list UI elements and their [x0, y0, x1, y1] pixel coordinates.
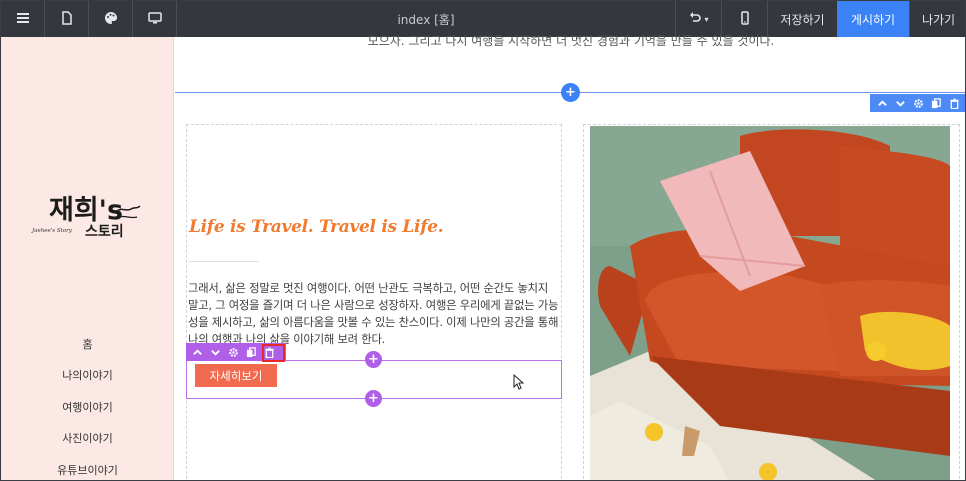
copy-icon[interactable] [930, 97, 942, 109]
editor-window: index [홈] ▾ 저장하기 게시하기 나가기 재희's 스토리 Jaehe… [0, 0, 966, 481]
site-logo[interactable]: 재희's 스토리 Jaehee's Story [29, 185, 149, 239]
editor-canvas: 모으자. 그리고 다시 여행을 시작하면 더 멋진 경험과 기억을 만들 수 있… [175, 34, 965, 481]
caret-down-icon: ▾ [704, 14, 709, 24]
body-paragraph: 그래서, 삶은 정말로 멋진 여행이다. 어떤 난관도 극복하고, 어떤 순간도… [188, 282, 559, 346]
sofa-photo[interactable] [590, 126, 950, 481]
site-sidebar: 재희's 스토리 Jaehee's Story 홈 나의이야기 여행이야기 사진… [1, 37, 174, 480]
monitor-icon [147, 10, 162, 29]
chevron-down-icon[interactable] [895, 97, 907, 109]
add-element-button[interactable]: + [365, 351, 382, 368]
section-text: 모으자. 그리고 다시 여행을 시작하면 더 멋진 경험과 기억을 만들 수 있… [367, 34, 775, 48]
text-column[interactable]: Life is Travel. Travel is Life. 그래서, 삶은 … [186, 124, 562, 480]
logo-sub-text: 스토리 [85, 224, 124, 239]
sidebar-item-photo-story[interactable]: 사진이야기 [1, 423, 174, 455]
trash-icon[interactable] [948, 97, 960, 109]
mobile-icon [738, 10, 752, 29]
publish-button[interactable]: 게시하기 [837, 1, 909, 37]
chevron-up-icon[interactable] [877, 97, 889, 109]
undo-button[interactable]: ▾ [675, 1, 721, 37]
document-icon [60, 10, 74, 29]
sidebar-nav: 홈 나의이야기 여행이야기 사진이야기 유튜브이야기 [1, 328, 174, 480]
more-button[interactable]: 자세히보기 [195, 364, 277, 387]
gear-icon[interactable] [912, 97, 924, 109]
chevron-up-icon[interactable] [191, 346, 203, 358]
top-toolbar: index [홈] ▾ 저장하기 게시하기 나가기 [1, 1, 965, 37]
hamburger-icon [16, 10, 30, 29]
image-column[interactable] [583, 124, 960, 481]
heading-divider [189, 261, 259, 262]
logo-small-text: Jaehee's Story [31, 228, 73, 234]
copy-icon[interactable] [245, 346, 257, 358]
menu-button[interactable] [1, 1, 45, 37]
section-toolbar [870, 94, 965, 112]
palette-icon [104, 10, 118, 29]
desktop-view-button[interactable] [133, 1, 177, 37]
sidebar-item-my-story[interactable]: 나의이야기 [1, 360, 174, 392]
chevron-down-icon[interactable] [209, 346, 221, 358]
sidebar-item-travel-story[interactable]: 여행이야기 [1, 391, 174, 423]
mobile-view-button[interactable] [721, 1, 767, 37]
sidebar-item-home[interactable]: 홈 [1, 328, 174, 360]
slogan-heading: Life is Travel. Travel is Life. [189, 217, 444, 237]
gear-icon[interactable] [227, 346, 239, 358]
sidebar-item-youtube-story[interactable]: 유튜브이야기 [1, 454, 174, 480]
add-section-button[interactable]: + [561, 83, 580, 102]
save-button[interactable]: 저장하기 [767, 1, 837, 37]
page-title: index [홈] [397, 12, 455, 27]
add-element-below-button[interactable]: + [365, 390, 382, 407]
logo-main-text: 재희's [49, 195, 123, 226]
theme-button[interactable] [89, 1, 133, 37]
delete-button-highlight [262, 344, 285, 362]
mouse-cursor-icon [513, 374, 525, 390]
page-button[interactable] [45, 1, 89, 37]
undo-icon [688, 11, 702, 28]
exit-button[interactable]: 나가기 [909, 1, 965, 37]
